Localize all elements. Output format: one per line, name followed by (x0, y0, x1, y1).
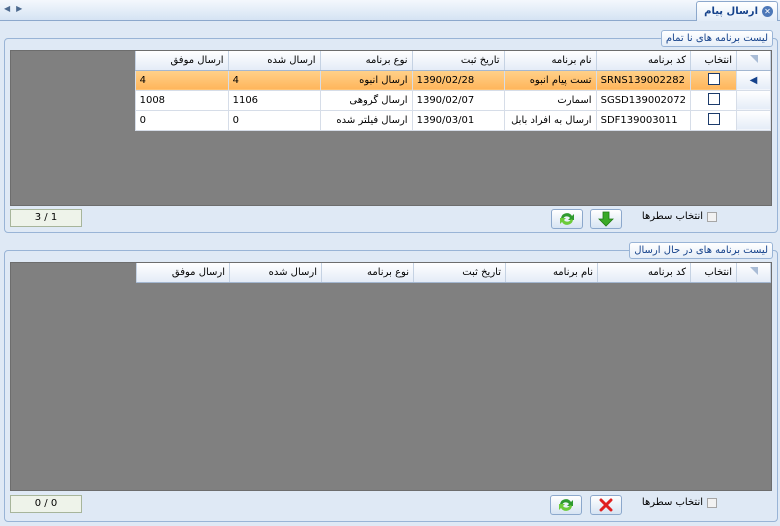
table-row[interactable]: SDF139003011 ارسال به افراد بابل 1390/03… (134, 109, 771, 131)
pending-footer: 3 / 1 انتخاب سطرها (10, 209, 772, 231)
grid-corner[interactable] (736, 263, 771, 283)
cell-success: 1008 (134, 89, 229, 111)
cell-name: تست پیام انبوه (503, 69, 597, 91)
sending-table: انتخاب کد برنامه نام برنامه تاریخ ثبت نو… (136, 263, 771, 283)
col-success[interactable]: ارسال موفق (136, 263, 230, 283)
row-header (736, 89, 771, 111)
close-icon[interactable]: ✕ (762, 6, 773, 17)
cell-date: 1390/03/01 (411, 109, 505, 131)
title-bar: ◀ ▶ ✕ ارسال پیام (0, 0, 780, 21)
select-rows-label: انتخاب سطرها (641, 211, 703, 222)
pending-panel-title: لیست برنامه های نا تمام (660, 30, 773, 47)
col-select[interactable]: انتخاب (690, 51, 737, 71)
row-checkbox[interactable] (707, 72, 720, 85)
select-rows-control[interactable]: انتخاب سطرها (642, 497, 717, 508)
tab-nav: ◀ ▶ (4, 4, 22, 13)
arrow-down-icon (598, 211, 614, 227)
cell-date: 1390/02/28 (411, 69, 505, 91)
move-down-button[interactable] (590, 209, 622, 229)
sending-panel-title: لیست برنامه های در حال ارسال (629, 242, 773, 259)
cell-date: 1390/02/07 (411, 89, 505, 111)
refresh-icon (559, 499, 573, 511)
cell-success: 4 (134, 69, 229, 91)
col-code[interactable]: کد برنامه (597, 263, 691, 283)
sending-grid[interactable]: انتخاب کد برنامه نام برنامه تاریخ ثبت نو… (10, 262, 772, 491)
select-rows-control[interactable]: انتخاب سطرها (642, 211, 717, 222)
refresh-button[interactable] (551, 209, 583, 229)
select-rows-checkbox[interactable] (707, 211, 717, 222)
col-date[interactable]: تاریخ ثبت (411, 51, 505, 71)
table-row[interactable]: SGSD139002072 اسمارت 1390/02/07 ارسال گر… (134, 89, 771, 111)
table-row[interactable]: ◀ SRNS139002282 تست پیام انبوه 1390/02/2… (134, 69, 771, 91)
corner-triangle-icon (749, 266, 758, 275)
col-name[interactable]: نام برنامه (503, 51, 597, 71)
cell-sent: 0 (227, 109, 321, 131)
cell-sent: 4 (227, 69, 321, 91)
cell-success: 0 (134, 109, 229, 131)
col-success[interactable]: ارسال موفق (134, 51, 229, 71)
sending-footer: 0 / 0 انتخاب سطرها (10, 495, 772, 517)
delete-button[interactable] (590, 495, 622, 515)
pending-table: انتخاب کد برنامه نام برنامه تاریخ ثبت نو… (134, 51, 771, 131)
row-checkbox[interactable] (707, 92, 720, 105)
row-checkbox-cell[interactable] (690, 89, 737, 111)
refresh-icon (560, 213, 574, 225)
cell-sent: 1106 (227, 89, 321, 111)
pending-grid[interactable]: انتخاب کد برنامه نام برنامه تاریخ ثبت نو… (10, 50, 772, 206)
pager-display: 3 / 1 (10, 209, 82, 227)
col-select[interactable]: انتخاب (690, 263, 737, 283)
row-checkbox[interactable] (707, 112, 720, 125)
cell-name: ارسال به افراد بابل (503, 109, 597, 131)
grid-corner[interactable] (736, 51, 771, 71)
cell-code: SDF139003011 (595, 109, 692, 131)
pending-programs-panel: لیست برنامه های نا تمام انتخاب کد برنامه… (4, 30, 778, 233)
window-tab[interactable]: ✕ ارسال پیام (696, 1, 778, 21)
row-checkbox-cell[interactable] (690, 69, 737, 91)
col-code[interactable]: کد برنامه (595, 51, 692, 71)
row-checkbox-cell[interactable] (690, 109, 737, 131)
cell-type: ارسال انبوه (319, 69, 413, 91)
col-name[interactable]: نام برنامه (505, 263, 598, 283)
cell-name: اسمارت (503, 89, 597, 111)
corner-triangle-icon (749, 54, 758, 63)
select-rows-label: انتخاب سطرها (641, 497, 703, 508)
pager-display: 0 / 0 (10, 495, 82, 513)
col-type[interactable]: نوع برنامه (319, 51, 413, 71)
col-date[interactable]: تاریخ ثبت (413, 263, 506, 283)
sending-programs-panel: لیست برنامه های در حال ارسال انتخاب کد ب… (4, 242, 778, 522)
nav-right-icon[interactable]: ▶ (16, 4, 22, 13)
col-sent[interactable]: ارسال شده (227, 51, 321, 71)
col-type[interactable]: نوع برنامه (321, 263, 414, 283)
col-sent[interactable]: ارسال شده (229, 263, 322, 283)
row-header (736, 109, 771, 131)
cell-type: ارسال فیلتر شده (319, 109, 413, 131)
refresh-button[interactable] (550, 495, 582, 515)
cell-code: SGSD139002072 (595, 89, 692, 111)
delete-x-icon (599, 498, 613, 512)
select-rows-checkbox[interactable] (707, 497, 717, 508)
cell-type: ارسال گروهی (319, 89, 413, 111)
row-indicator-icon: ◀ (736, 69, 771, 91)
nav-left-icon[interactable]: ◀ (4, 4, 10, 13)
cell-code: SRNS139002282 (595, 69, 692, 91)
window-title: ارسال پیام (704, 6, 758, 17)
